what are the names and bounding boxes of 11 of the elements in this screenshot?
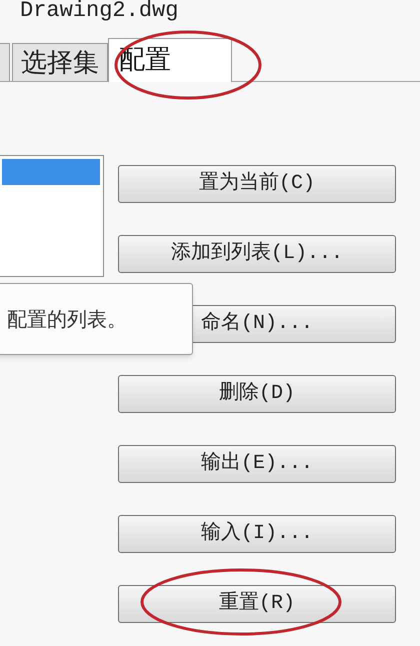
dialog-button[interactable]: 删除(D)	[118, 375, 396, 413]
tab[interactable]: 配置	[108, 38, 232, 82]
dialog-button[interactable]: 添加到列表(L)...	[118, 235, 396, 273]
window-title: Drawing2.dwg	[20, 0, 178, 25]
dialog-button[interactable]: 置为当前(C)	[118, 165, 396, 203]
tooltip: 配置的列表。	[0, 283, 193, 355]
tab[interactable]: 选择集	[12, 43, 108, 81]
dialog-button[interactable]: 输出(E)...	[118, 445, 396, 483]
tab[interactable]	[0, 43, 10, 81]
dialog-button[interactable]: 输入(I)...	[118, 515, 396, 553]
dialog-button[interactable]: 重置(R)	[118, 585, 396, 623]
